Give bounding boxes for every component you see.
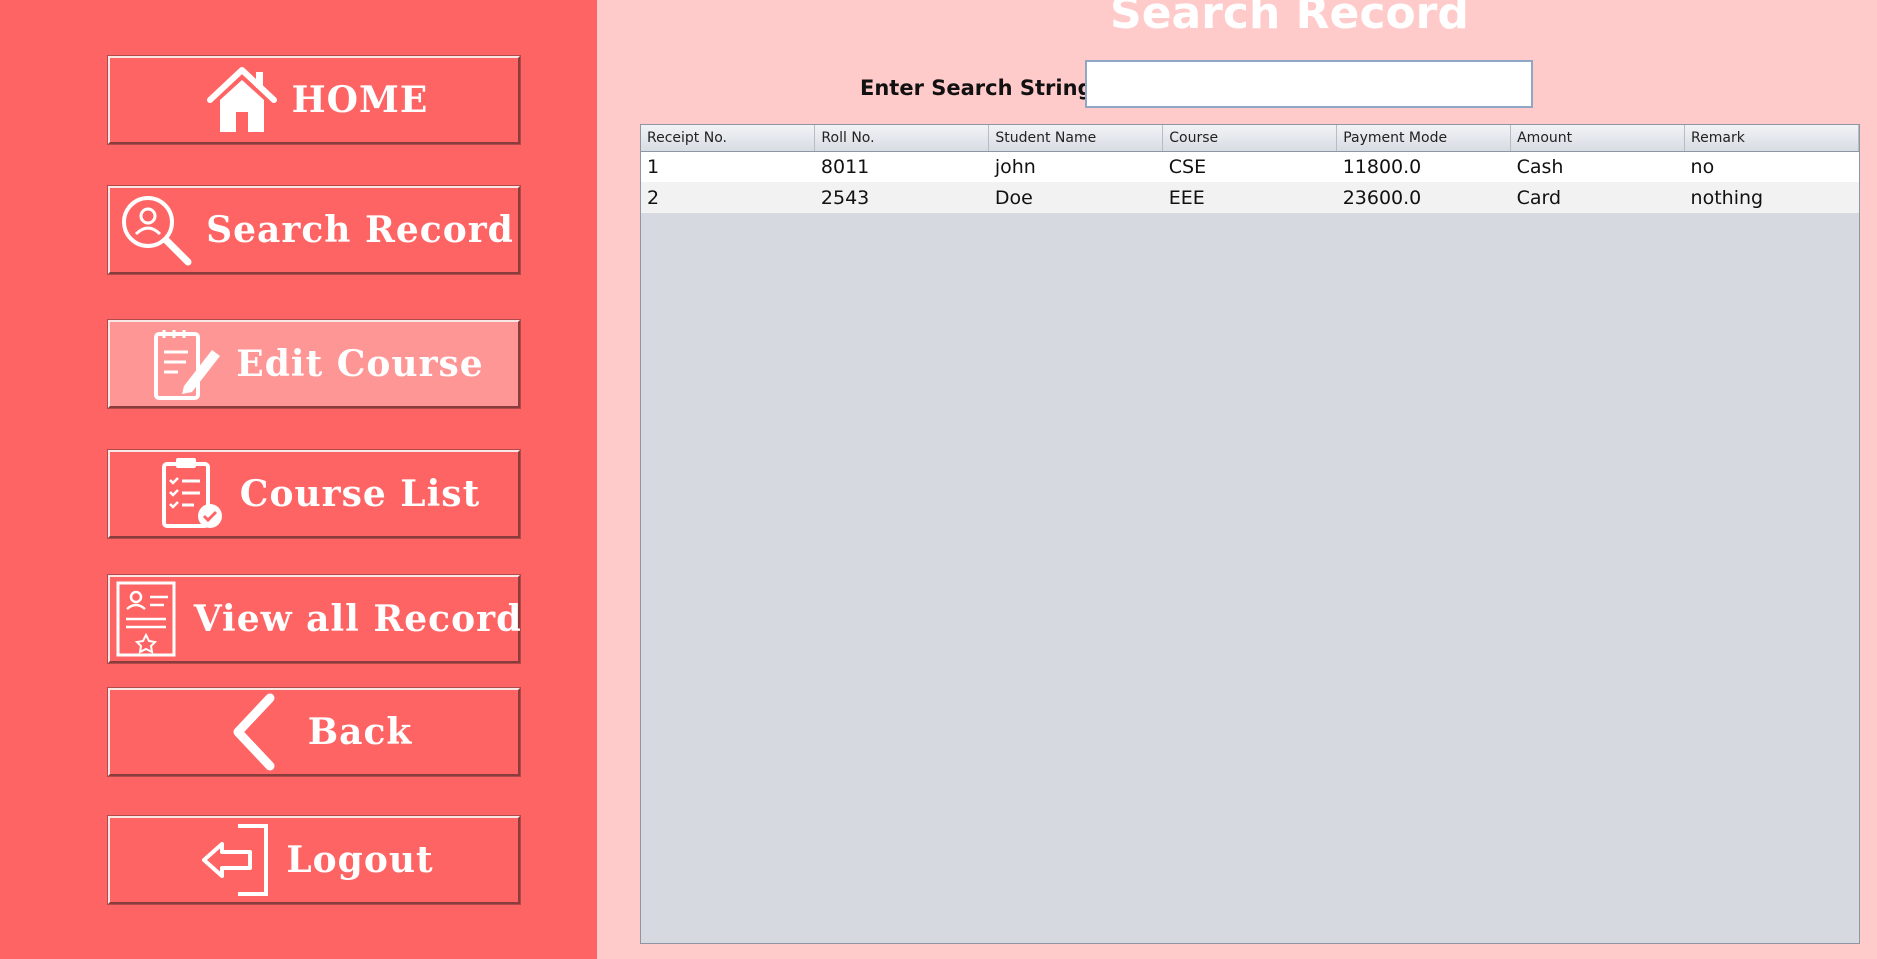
- column-header-student-name[interactable]: Student Name: [988, 125, 1164, 152]
- sidebar: HOME Search Record Edit Course Course Li…: [0, 0, 597, 959]
- table-row[interactable]: 1 8011 john CSE 11800.0 Cash no: [641, 151, 1859, 182]
- column-header-roll-no[interactable]: Roll No.: [814, 125, 990, 152]
- table-cell[interactable]: Card: [1510, 182, 1685, 213]
- column-header-remark[interactable]: Remark: [1684, 125, 1859, 152]
- table-cell[interactable]: Doe: [988, 182, 1163, 213]
- logout-icon: [194, 818, 278, 902]
- nav-label-back: Back: [307, 711, 413, 753]
- id-card-icon: [106, 577, 186, 661]
- nav-label-course-list: Course List: [239, 473, 481, 515]
- search-input[interactable]: [1085, 60, 1533, 108]
- edit-notepad-icon: [144, 322, 228, 406]
- table-cell[interactable]: 2543: [814, 182, 989, 213]
- nav-label-search-record: Search Record: [206, 209, 514, 251]
- nav-label-edit-course: Edit Course: [236, 343, 484, 385]
- chevron-left-icon: [216, 690, 300, 774]
- nav-label-home: HOME: [291, 79, 429, 121]
- logout-button[interactable]: Logout: [107, 815, 521, 905]
- table-cell[interactable]: 23600.0: [1336, 182, 1511, 213]
- clipboard-check-icon: [148, 452, 232, 536]
- table-cell[interactable]: 1: [641, 151, 815, 182]
- edit-course-button[interactable]: Edit Course: [107, 319, 521, 409]
- nav-label-view-all-record: View all Record: [193, 598, 523, 640]
- table-header-row: Receipt No. Roll No. Student Name Course…: [641, 125, 1859, 152]
- home-button[interactable]: HOME: [107, 55, 521, 145]
- view-all-record-button[interactable]: View all Record: [106, 574, 523, 664]
- table-cell[interactable]: 11800.0: [1336, 151, 1511, 182]
- table-cell[interactable]: 2: [641, 182, 815, 213]
- records-table[interactable]: Receipt No. Roll No. Student Name Course…: [640, 124, 1860, 944]
- nav-label-logout: Logout: [286, 839, 434, 881]
- table-cell[interactable]: CSE: [1162, 151, 1337, 182]
- column-header-course[interactable]: Course: [1162, 125, 1338, 152]
- column-header-receipt-no[interactable]: Receipt No.: [641, 125, 816, 152]
- column-header-payment-mode[interactable]: Payment Mode: [1336, 125, 1512, 152]
- search-record-button[interactable]: Search Record: [107, 185, 521, 275]
- column-header-amount[interactable]: Amount: [1510, 125, 1686, 152]
- table-row[interactable]: 2 2543 Doe EEE 23600.0 Card nothing: [641, 182, 1859, 213]
- table-cell[interactable]: Cash: [1510, 151, 1685, 182]
- back-button[interactable]: Back: [107, 687, 521, 777]
- search-label: Enter Search String:: [860, 76, 1101, 100]
- search-user-icon: [114, 188, 198, 272]
- table-cell[interactable]: no: [1684, 151, 1859, 182]
- table-cell[interactable]: nothing: [1684, 182, 1859, 213]
- course-list-button[interactable]: Course List: [107, 449, 521, 539]
- table-cell[interactable]: 8011: [814, 151, 989, 182]
- page-title: Search Record: [1110, 0, 1469, 39]
- table-cell[interactable]: EEE: [1162, 182, 1337, 213]
- table-cell[interactable]: john: [988, 151, 1163, 182]
- home-icon: [200, 58, 284, 142]
